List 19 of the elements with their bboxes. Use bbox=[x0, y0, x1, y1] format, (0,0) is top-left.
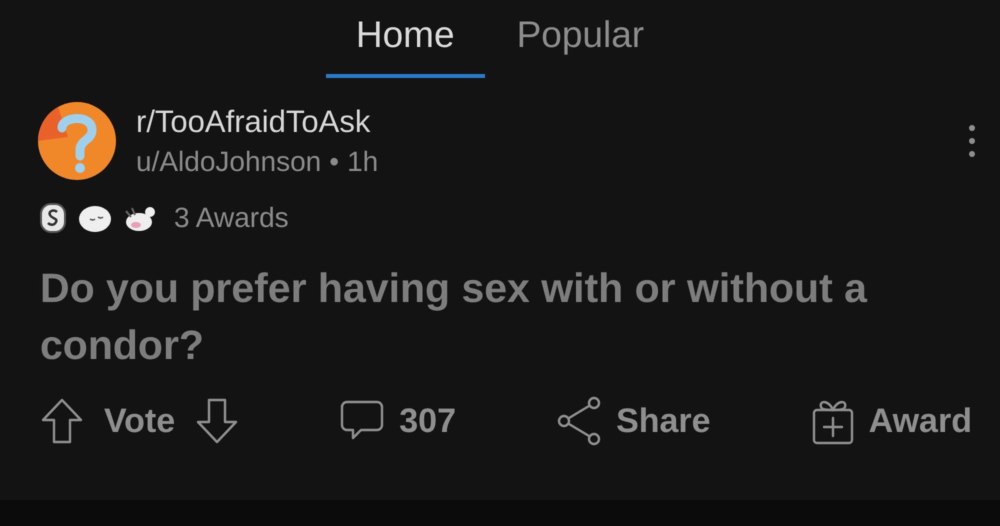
separator: • bbox=[329, 146, 340, 178]
subreddit-name[interactable]: r/TooAfraidToAsk bbox=[136, 104, 948, 140]
award-button[interactable]: Award bbox=[810, 396, 972, 446]
share-button[interactable]: Share bbox=[556, 396, 711, 446]
subreddit-avatar-icon[interactable] bbox=[38, 102, 116, 180]
author-name[interactable]: u/AldoJohnson bbox=[136, 146, 322, 178]
coin-award-icon bbox=[40, 203, 66, 233]
share-icon bbox=[556, 396, 602, 446]
post-age: 1h bbox=[347, 146, 378, 178]
awards-count[interactable]: 3 Awards bbox=[174, 202, 289, 234]
comments-button[interactable]: 307 bbox=[339, 398, 456, 444]
downvote-icon[interactable] bbox=[195, 397, 240, 445]
seal-award-icon bbox=[78, 203, 112, 233]
upvote-icon[interactable] bbox=[40, 397, 84, 445]
more-options-icon[interactable] bbox=[968, 124, 976, 158]
tab[interactable]: Popular bbox=[516, 14, 644, 78]
post-title[interactable]: Do you prefer having sex with or without a condor? bbox=[0, 234, 1000, 374]
vote-button[interactable]: Vote bbox=[104, 402, 176, 440]
tab[interactable]: Home bbox=[326, 14, 485, 78]
